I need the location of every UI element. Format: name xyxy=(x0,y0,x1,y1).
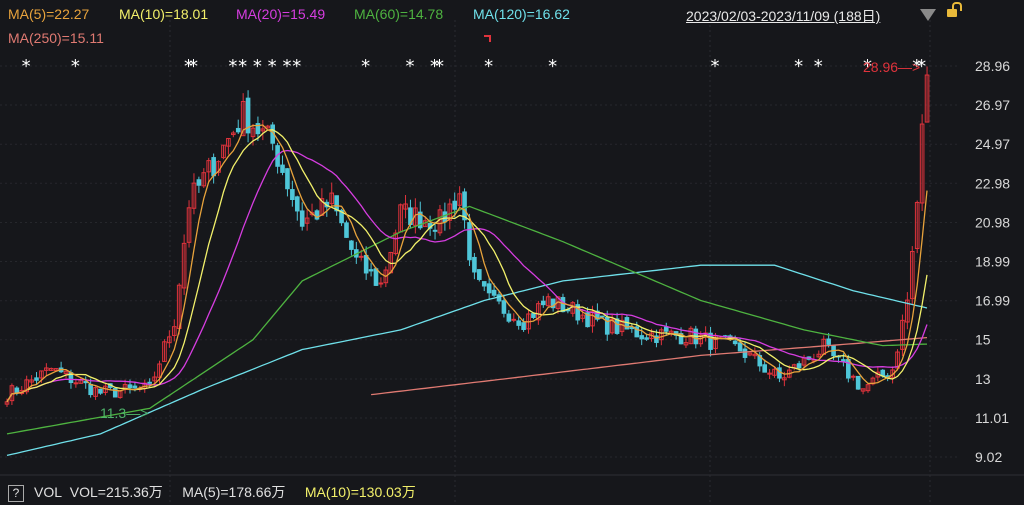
candle-body xyxy=(196,179,202,186)
candlestick-chart: 28.96 26.97 24.97 22.98 20.98 18.99 16.99 15 13 1… xyxy=(0,20,1024,505)
signal-star: * xyxy=(361,56,370,77)
y-tick-label: 24.97 xyxy=(975,136,1010,152)
signal-star: * xyxy=(22,56,31,77)
signal-star: * xyxy=(228,56,237,77)
candle-body xyxy=(432,229,438,232)
ma60-line xyxy=(6,205,928,435)
candle-body xyxy=(235,127,241,133)
y-tick-label: 9.02 xyxy=(975,449,1002,465)
candle-body xyxy=(363,254,369,274)
y-tick-label: 18.99 xyxy=(975,254,1010,270)
signal-star: * xyxy=(292,56,301,77)
candle-body xyxy=(462,191,467,221)
candle-body xyxy=(73,382,79,385)
candle-body xyxy=(147,381,152,384)
ma10-line xyxy=(6,129,928,403)
high-price-annotation: 28.96—> xyxy=(863,59,920,75)
ma20-line xyxy=(6,149,928,403)
candle-body xyxy=(294,196,300,212)
candle-body xyxy=(737,342,743,352)
candle-body xyxy=(732,340,738,345)
y-tick-label: 13 xyxy=(975,371,991,387)
candle-body xyxy=(280,164,285,173)
volume-legend: ? VOL VOL=215.36万 MA(5)=178.66万 MA(10)=13… xyxy=(8,482,416,502)
candle-body xyxy=(516,320,521,326)
candle-body xyxy=(521,322,526,331)
candle-body xyxy=(762,364,767,373)
candle-body xyxy=(368,269,374,272)
candle-body xyxy=(34,377,39,381)
candle-body xyxy=(452,200,458,210)
candle-body xyxy=(373,268,379,286)
candle-body xyxy=(796,363,802,369)
candle-body xyxy=(290,189,295,201)
vol-label: VOL xyxy=(34,484,63,500)
low-price-annotation: 11.3—> xyxy=(100,405,148,421)
vol-ma5: MA(5)=178.66万 xyxy=(182,484,286,500)
candle-body xyxy=(540,300,546,306)
signal-star: * xyxy=(794,56,803,77)
candle-body xyxy=(614,318,620,334)
candle-body xyxy=(472,256,477,273)
signal-star: * xyxy=(253,56,262,77)
vol-value: VOL=215.36万 xyxy=(69,484,163,500)
signal-star: * xyxy=(405,56,414,77)
candle-body xyxy=(211,157,216,177)
candle-body xyxy=(127,384,133,389)
ma5-line xyxy=(6,124,928,403)
y-tick-label: 11.01 xyxy=(975,410,1009,426)
candle-body xyxy=(491,289,497,296)
candle-body xyxy=(742,348,748,358)
y-tick-label: 16.99 xyxy=(975,293,1010,309)
candle-body xyxy=(486,283,492,294)
candle-body xyxy=(481,281,487,287)
signal-star: * xyxy=(282,56,291,77)
candle-body xyxy=(511,318,517,321)
candle-body xyxy=(600,315,605,318)
candle-body xyxy=(378,282,384,285)
y-tick-label: 22.98 xyxy=(975,175,1010,191)
y-tick-label: 15 xyxy=(975,332,991,348)
candle-body xyxy=(132,385,138,389)
candle-body xyxy=(506,313,512,322)
signal-star: * xyxy=(484,56,493,77)
y-tick-label: 28.96 xyxy=(975,58,1010,74)
candle-body xyxy=(98,388,103,394)
candle-body xyxy=(855,375,861,390)
candle-body xyxy=(501,300,507,314)
signal-star: * xyxy=(435,56,444,77)
ma120-line xyxy=(6,264,928,457)
candle-body xyxy=(663,326,669,332)
signal-star: * xyxy=(189,56,198,77)
signal-star: * xyxy=(268,56,277,77)
help-icon[interactable]: ? xyxy=(8,485,24,502)
marker-icon xyxy=(484,35,491,42)
candle-body xyxy=(467,222,472,261)
vol-ma10: MA(10)=130.03万 xyxy=(304,484,416,500)
candle-body xyxy=(826,338,831,345)
candle-body xyxy=(477,269,482,280)
candle-body xyxy=(442,211,448,223)
candle-body xyxy=(850,375,856,378)
candle-body xyxy=(496,294,502,302)
candle-body xyxy=(344,222,349,238)
candle-body xyxy=(560,297,566,313)
candle-body xyxy=(285,168,290,190)
y-tick-label: 26.97 xyxy=(975,97,1010,113)
candle-body xyxy=(531,313,536,318)
signal-star: * xyxy=(238,56,247,77)
candle-body xyxy=(644,337,649,340)
candle-body xyxy=(88,383,93,396)
candle-body xyxy=(14,387,20,393)
y-tick-label: 20.98 xyxy=(975,214,1010,230)
signal-star: * xyxy=(548,56,557,77)
candle-body xyxy=(358,255,364,258)
candle-body xyxy=(299,210,305,227)
candle-body xyxy=(349,240,354,250)
signal-star: * xyxy=(71,56,80,77)
signal-star: * xyxy=(710,56,719,77)
signal-star: * xyxy=(814,56,823,77)
candle-body xyxy=(639,335,644,340)
